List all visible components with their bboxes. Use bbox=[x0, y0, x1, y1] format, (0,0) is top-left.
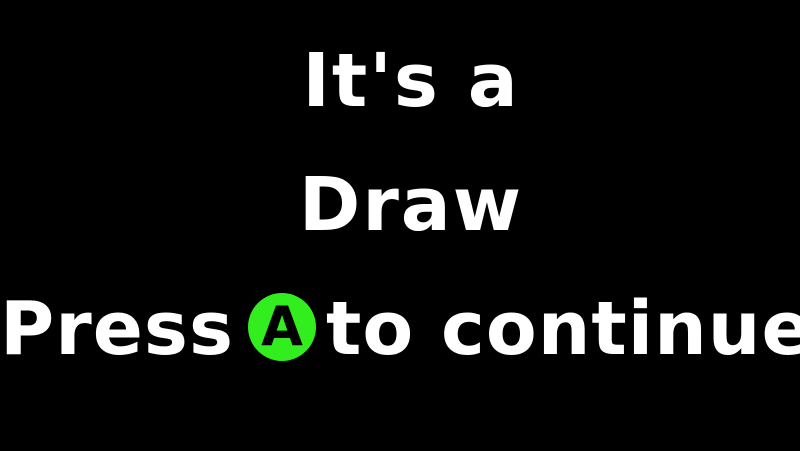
a-button-letter: A bbox=[261, 295, 303, 359]
continue-prompt: Press Ato continue bbox=[0, 288, 800, 366]
draw-result-screen: It's a Draw Press Ato continue bbox=[0, 0, 800, 451]
a-button-icon: A bbox=[248, 293, 317, 362]
result-title-line1: It's a bbox=[302, 38, 520, 124]
result-title-line2: Draw bbox=[298, 162, 524, 248]
continue-prompt-prefix: Press bbox=[0, 286, 235, 373]
continue-prompt-suffix: to continue bbox=[326, 286, 800, 373]
